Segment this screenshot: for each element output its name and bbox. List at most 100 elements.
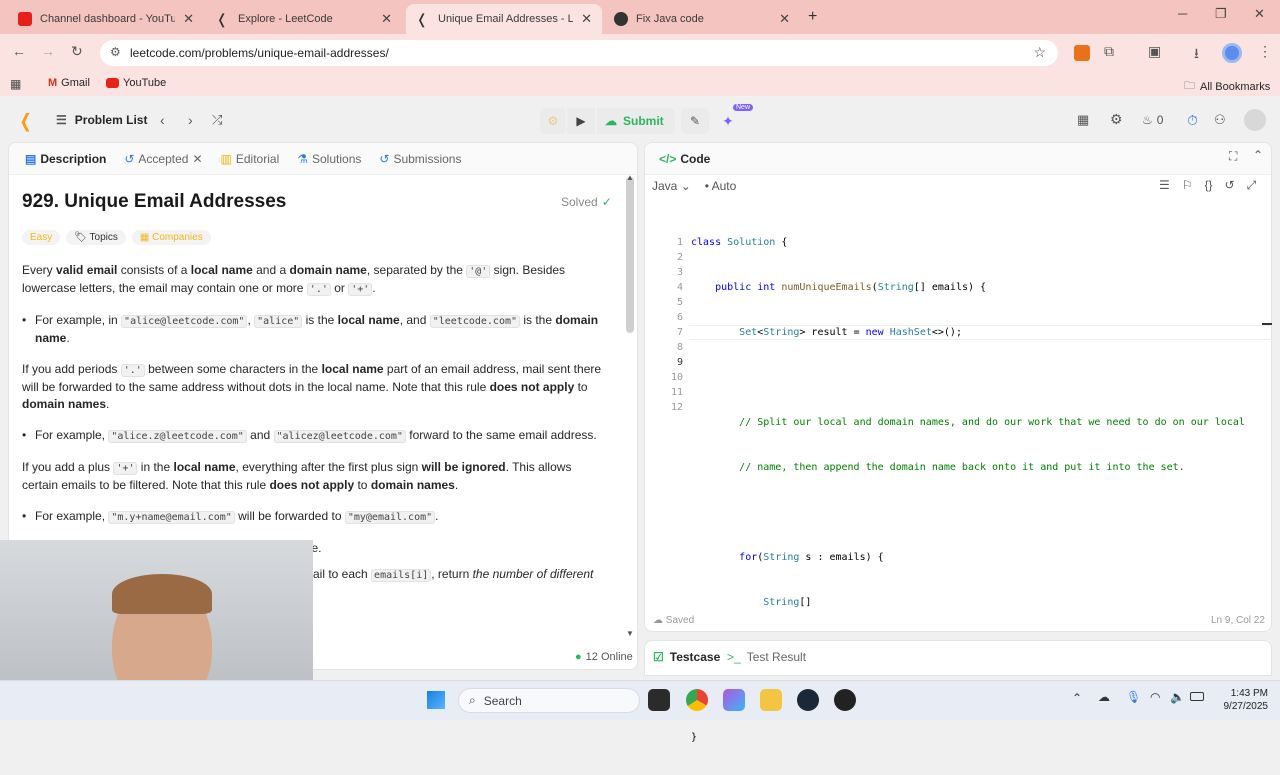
close-window-button[interactable]: ✕ [1254,6,1265,22]
restore-button[interactable]: ❐ [1215,6,1227,22]
leetcode-logo[interactable]: ❬ [18,111,33,132]
difficulty-badge: Easy [22,230,61,245]
auto-mode[interactable]: • Auto [705,179,737,193]
layout-icon[interactable]: ▦ [1077,112,1089,128]
timer-icon[interactable]: ⏱ [1187,112,1198,129]
tag-icon: 🏷 [74,232,90,243]
close-tab-icon[interactable]: ✕ [581,11,592,27]
user-avatar[interactable] [1244,109,1266,131]
shuffle-icon[interactable]: ⤮ [212,112,222,128]
prev-problem-icon[interactable]: ‹ [160,112,165,128]
sidepanel-icon[interactable]: ▣ [1148,43,1161,60]
scroll-down-icon[interactable]: ▼ [626,629,634,638]
reset-icon[interactable]: ↺ [1225,178,1235,193]
notes-icon[interactable]: ✎ [681,108,709,134]
testcase-tab[interactable]: ☑ Testcase [653,650,720,664]
extension-icon[interactable] [1074,45,1090,61]
tab-youtube[interactable]: Channel dashboard - YouTube ✕ [8,4,204,34]
collapse-icon[interactable]: ⌃ [1253,148,1263,162]
code-tab[interactable]: </> Code [653,152,716,166]
obs-icon[interactable] [834,689,856,711]
code-line: Set<String> result = new HashSet<>(); [739,327,962,338]
run-button[interactable]: ▶ [567,108,595,134]
close-tab-icon[interactable]: ✕ [779,11,790,27]
submit-button[interactable]: ☁ Submit [597,108,675,134]
site-info-icon[interactable]: ⚙ [110,45,121,59]
streak-counter[interactable]: ♨ 0 [1142,113,1163,127]
book-icon: ▥ [220,151,232,166]
start-icon[interactable] [427,691,445,709]
chrome-icon[interactable] [686,689,708,711]
bookmarks-bar [0,72,1280,96]
tab-explore[interactable]: ❬ Explore - LeetCode ✕ [206,4,402,34]
language-select[interactable]: Java ⌄ [652,179,691,193]
scrollbar-thumb[interactable] [626,177,634,333]
saved-status: ☁ Saved [653,615,695,626]
tab-editorial[interactable]: ▥ Editorial [215,152,286,166]
tab-description[interactable]: ▤ Description [19,152,112,166]
all-bookmarks[interactable]: 🗀 All Bookmarks [1184,77,1270,96]
editor-tools: ☰ ⚐ {} ↺ ⤢ [1159,178,1256,193]
doc-icon: ▤ [25,151,37,166]
braces-icon[interactable]: {} [1205,178,1213,193]
code-line: public int numUniqueEmails(String[] emai… [715,282,987,293]
paragraph: If you add a plus '+' in the local name,… [22,460,572,492]
steam-icon[interactable] [797,689,819,711]
microphone-icon[interactable]: 🎙 [1126,690,1141,704]
close-icon[interactable]: ✕ [192,152,202,166]
topics-tag[interactable]: 🏷 Topics [66,230,126,245]
cloud-icon[interactable]: ☁ [1098,690,1110,704]
apps-grid-icon[interactable]: ▦ [10,77,21,91]
code-line: } [691,732,698,743]
bookmark-youtube[interactable]: YouTube [106,77,166,89]
bookmark-gmail[interactable]: M Gmail [48,77,90,89]
tab-accepted[interactable]: ↺ Accepted ✕ [118,152,208,166]
fullscreen-icon[interactable]: ⤢ [1247,178,1257,193]
minimize-button[interactable]: ─ [1178,6,1187,21]
format-icon[interactable]: ☰ [1159,178,1170,193]
copilot-icon[interactable] [723,689,745,711]
bullet-item: • For example, in "alice@leetcode.com", "… [22,313,599,345]
new-tab-button[interactable]: + [808,8,817,26]
bookmark-icon[interactable]: ⚐ [1182,178,1193,193]
code-line: // name, then append the domain name bac… [739,462,1185,473]
address-bar[interactable]: ⚙ leetcode.com/problems/unique-email-add… [100,40,1058,66]
testcase-panel: ☑ Testcase >_ Test Result [644,640,1272,676]
extensions-puzzle-icon[interactable]: ⧉ [1104,43,1114,60]
profile-avatar[interactable] [1222,43,1242,63]
scroll-up-icon[interactable]: ▲ [626,173,634,182]
clock[interactable]: 1:43 PM 9/27/2025 [1212,687,1269,713]
task-view-icon[interactable] [648,689,670,711]
download-icon[interactable]: ⭳ [1194,43,1199,67]
test-result-tab[interactable]: >_ Test Result [727,650,806,664]
bookmark-star-icon[interactable]: ☆ [1033,44,1046,61]
debug-icon[interactable]: ⚙ [540,108,566,134]
tab-fix-java[interactable]: Fix Java code ✕ [604,4,800,34]
forward-icon[interactable]: → [41,43,55,59]
companies-tag[interactable]: ▦ Companies [131,230,211,245]
problem-list-button[interactable]: ☰ Problem List [56,113,147,127]
ai-sparkle-icon[interactable]: ✦ [714,108,742,134]
tab-solutions[interactable]: ⚗ Solutions [291,152,367,166]
tab-submissions[interactable]: ↺ Submissions [373,152,467,166]
menu-icon[interactable]: ⋮ [1258,43,1272,60]
chatgpt-icon [614,12,628,26]
back-icon[interactable]: ← [12,43,26,59]
add-friend-icon[interactable]: ⚇ [1214,112,1226,128]
settings-icon[interactable]: ⚙ [1110,111,1123,128]
upload-cloud-icon: ☁ [605,114,617,128]
next-problem-icon[interactable]: › [188,112,193,128]
maximize-icon[interactable]: ⛶ [1229,149,1237,164]
close-tab-icon[interactable]: ✕ [183,11,194,27]
volume-icon[interactable]: 🔈 [1170,690,1185,704]
taskbar-search[interactable]: ⌕ Search [458,688,640,713]
close-tab-icon[interactable]: ✕ [381,11,392,27]
wifi-icon[interactable]: ◠ [1150,690,1160,704]
reload-icon[interactable]: ↻ [71,43,83,60]
battery-icon[interactable] [1190,692,1204,701]
tray-chevron-icon[interactable]: ⌃ [1072,691,1082,705]
tab-unique-email[interactable]: ❬ Unique Email Addresses - Leet ✕ [406,4,602,34]
file-explorer-icon[interactable] [760,689,782,711]
history-icon: ↺ [379,151,390,166]
